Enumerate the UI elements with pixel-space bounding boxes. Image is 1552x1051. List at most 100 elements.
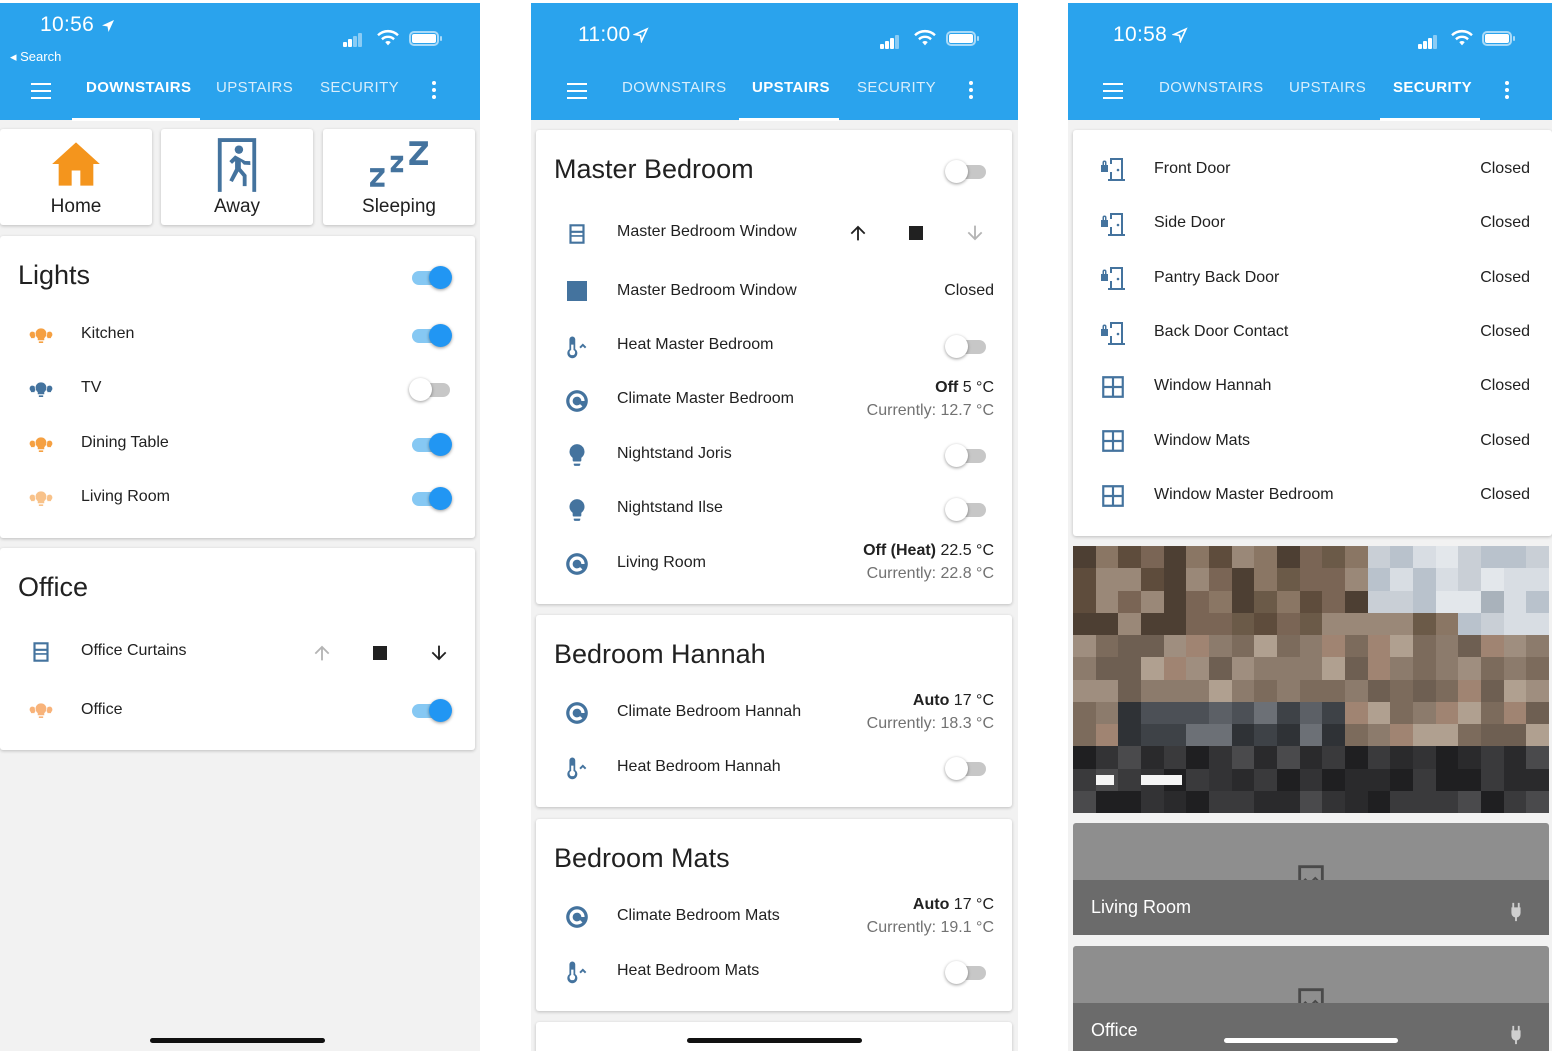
more-vert-icon[interactable]	[1505, 81, 1509, 102]
next-card	[536, 1022, 1012, 1051]
camera-mosaic-pixel	[1186, 724, 1210, 748]
lights-card: Lights Kitchen TV Dining Table Living Ro…	[0, 236, 475, 538]
camera-mosaic-pixel	[1299, 768, 1324, 792]
arrow-down-icon[interactable]	[428, 642, 450, 664]
camera-mosaic-pixel	[1141, 657, 1165, 681]
nightstand-ilse-toggle[interactable]	[945, 498, 989, 521]
camera-mosaic-pixel	[1277, 790, 1301, 813]
camera-mosaic-pixel	[1390, 679, 1414, 703]
kitchen-toggle[interactable]	[409, 324, 453, 347]
camera-office[interactable]: Office	[1073, 946, 1549, 1051]
more-vert-icon[interactable]	[432, 81, 436, 102]
bedroom-mats-card: Bedroom Mats Climate Bedroom Mats Auto 1…	[536, 819, 1012, 1011]
living-room-toggle[interactable]	[409, 487, 453, 510]
bulb-group-icon	[28, 487, 54, 513]
scene-label: Away	[213, 196, 261, 217]
office-light-toggle[interactable]	[409, 699, 453, 722]
active-tab-indicator	[739, 118, 839, 121]
camera-mosaic-pixel	[1299, 590, 1324, 614]
card-title: Lights	[18, 260, 91, 290]
camera-mosaic-pixel	[1435, 635, 1460, 659]
more-vert-icon[interactable]	[969, 81, 973, 102]
camera-mosaic-pixel	[1322, 768, 1346, 792]
climate-mode: Auto	[912, 692, 950, 709]
camera-mosaic-pixel	[1526, 679, 1549, 703]
nightstand-joris-toggle[interactable]	[945, 444, 989, 467]
climate-current: Currently: 19.1 °C	[866, 919, 994, 936]
window-shutter-icon	[564, 221, 590, 247]
tab-downstairs[interactable]: DOWNSTAIRS	[622, 79, 727, 96]
heat-bedroom-hannah-toggle[interactable]	[945, 757, 989, 780]
camera-mosaic-pixel	[1390, 657, 1414, 681]
camera-mosaic-pixel	[1186, 546, 1210, 570]
screen-security: 10:58 DOWNSTAIRS UPSTAIRS SECURITY Front…	[1068, 0, 1552, 1051]
dining-table-toggle[interactable]	[409, 433, 453, 456]
tab-security[interactable]: SECURITY	[320, 79, 399, 96]
arrow-down-icon[interactable]	[964, 222, 986, 244]
camera-name: Living Room	[1091, 897, 1192, 917]
camera-mosaic-pixel	[1186, 657, 1210, 681]
master-bedroom-toggle[interactable]	[945, 160, 989, 183]
menu-icon[interactable]	[1103, 83, 1123, 99]
tab-upstairs[interactable]: UPSTAIRS	[1289, 79, 1366, 96]
climate-current: Currently: 18.3 °C	[866, 715, 994, 732]
scene-away-button[interactable]: Away	[161, 129, 313, 225]
camera-mosaic-pixel	[1163, 590, 1188, 614]
active-tab-indicator	[72, 118, 200, 121]
tab-security[interactable]: SECURITY	[857, 79, 936, 96]
camera-mosaic-pixel	[1163, 635, 1188, 659]
tab-downstairs[interactable]: DOWNSTAIRS	[86, 79, 191, 96]
entity-name: Heat Bedroom Mats	[617, 962, 760, 979]
status-time: 11:00	[578, 23, 631, 46]
tab-security[interactable]: SECURITY	[1393, 79, 1472, 96]
power-plug-icon[interactable]	[1505, 1024, 1527, 1046]
camera-mosaic-pixel	[1231, 701, 1256, 725]
scene-home-button[interactable]: Home	[0, 129, 152, 225]
power-plug-icon[interactable]	[1505, 901, 1527, 923]
camera-mosaic-pixel	[1254, 701, 1278, 725]
location-arrow-icon	[102, 20, 114, 32]
menu-icon[interactable]	[31, 83, 51, 99]
back-to-search-link[interactable]: ◂ Search	[10, 49, 61, 65]
climate-mode: Auto	[912, 896, 950, 913]
entity-name: Window Master Bedroom	[1154, 486, 1334, 503]
camera-mosaic-pixel	[1390, 612, 1414, 636]
camera-mosaic-pixel	[1390, 568, 1414, 592]
camera-mosaic-pixel	[1254, 724, 1278, 748]
camera-mosaic-pixel	[1163, 746, 1188, 770]
wifi-icon	[1451, 29, 1473, 46]
menu-icon[interactable]	[567, 83, 587, 99]
arrow-up-icon[interactable]	[847, 222, 869, 244]
tab-upstairs[interactable]: UPSTAIRS	[216, 79, 293, 96]
home-indicator	[1224, 1038, 1398, 1043]
camera-mosaic-pixel	[1481, 612, 1505, 636]
app-bar: 11:00 DOWNSTAIRS UPSTAIRS SECURITY	[531, 0, 1018, 121]
camera-mosaic-pixel	[1322, 746, 1346, 770]
stop-icon[interactable]	[373, 646, 387, 660]
camera-mosaic-pixel	[1322, 612, 1346, 636]
scene-sleeping-button[interactable]: Sleeping	[323, 129, 475, 225]
entity-state: Closed	[1480, 377, 1530, 394]
entity-name: Back Door Contact	[1154, 323, 1289, 340]
camera-living-room[interactable]: Living Room	[1073, 823, 1549, 935]
heat-bedroom-mats-toggle[interactable]	[945, 961, 989, 984]
camera-snapshot[interactable]	[1073, 546, 1549, 813]
camera-mosaic-pixel	[1254, 790, 1278, 813]
stop-icon[interactable]	[909, 226, 923, 240]
climate-state: Auto 17 °C	[913, 692, 994, 710]
arrow-up-icon[interactable]	[311, 642, 333, 664]
tab-downstairs[interactable]: DOWNSTAIRS	[1159, 79, 1264, 96]
camera-mosaic-pixel	[1163, 568, 1188, 592]
camera-mosaic-pixel	[1118, 546, 1142, 570]
heat-master-bedroom-toggle[interactable]	[945, 335, 989, 358]
camera-mosaic-pixel	[1254, 612, 1278, 636]
home-icon	[52, 142, 100, 186]
camera-mosaic-pixel	[1209, 568, 1233, 592]
tab-upstairs[interactable]: UPSTAIRS	[752, 79, 830, 96]
camera-mosaic-pixel	[1481, 635, 1505, 659]
camera-mosaic-pixel	[1231, 590, 1256, 614]
home-indicator	[687, 1038, 862, 1043]
lights-master-toggle[interactable]	[409, 266, 453, 289]
tv-toggle[interactable]	[409, 378, 453, 401]
camera-mosaic-pixel	[1095, 724, 1120, 748]
